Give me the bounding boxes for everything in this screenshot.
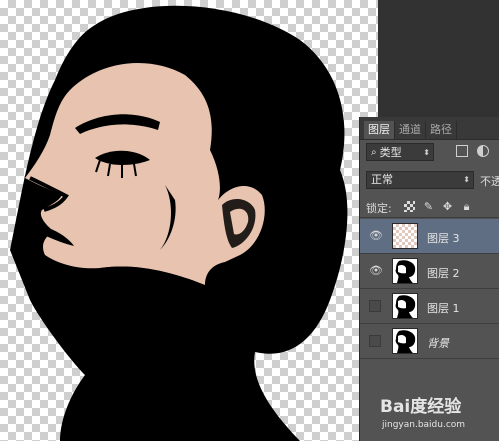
layer-thumbnail bbox=[392, 328, 418, 354]
lock-position-icon[interactable]: ✥ bbox=[442, 201, 453, 212]
portrait-illustration bbox=[10, 5, 348, 441]
visibility-toggle[interactable] bbox=[369, 335, 381, 347]
search-icon: ⌕ bbox=[371, 146, 377, 158]
layer-name: 图层 1 bbox=[427, 302, 460, 315]
layer-thumbnail bbox=[392, 258, 418, 284]
tab-paths[interactable]: 路径 bbox=[426, 121, 457, 139]
layer-name: 图层 2 bbox=[427, 267, 460, 280]
layer-thumbnail bbox=[392, 223, 418, 249]
watermark: Bai度经验 jingyan.baidu.com bbox=[376, 386, 499, 436]
filter-row: ⌕ 类型 ⬍ bbox=[360, 141, 499, 163]
layer-row[interactable]: 👁︎ 图层 2 bbox=[360, 254, 499, 289]
eye-icon[interactable]: 👁︎ bbox=[369, 230, 383, 242]
blend-mode-value: 正常 bbox=[371, 173, 393, 186]
layer-row[interactable]: 图层 1 bbox=[360, 289, 499, 324]
eye-icon[interactable]: 👁︎ bbox=[369, 265, 383, 277]
lock-pixels-icon[interactable]: ✎ bbox=[423, 201, 434, 212]
blend-mode-select[interactable]: 正常 ⬍ bbox=[366, 171, 474, 189]
layer-row[interactable]: 👁︎ 图层 3 bbox=[360, 219, 499, 254]
opacity-label: 不透 bbox=[480, 175, 499, 188]
lock-transparency-icon[interactable] bbox=[404, 201, 415, 212]
layer-row[interactable]: 背景 bbox=[360, 324, 499, 359]
adjustment-filter-icon[interactable] bbox=[477, 145, 489, 157]
watermark-brand: Bai度经验 bbox=[380, 397, 462, 417]
watermark-url: jingyan.baidu.com bbox=[382, 420, 466, 430]
filter-type-select[interactable]: ⌕ 类型 ⬍ bbox=[366, 143, 434, 161]
canvas[interactable] bbox=[0, 0, 378, 441]
chevron-updown-icon: ⬍ bbox=[423, 147, 430, 157]
image-filter-icon[interactable] bbox=[456, 145, 468, 157]
lock-label: 锁定: bbox=[366, 202, 392, 215]
visibility-toggle[interactable] bbox=[369, 300, 381, 312]
lock-row: 锁定: ✎ ✥ 🔒︎ bbox=[360, 197, 499, 218]
blend-row: 正常 ⬍ 不透 bbox=[360, 169, 499, 191]
layer-name: 背景 bbox=[427, 337, 449, 350]
layer-name: 图层 3 bbox=[427, 232, 460, 245]
lock-all-icon[interactable]: 🔒︎ bbox=[461, 201, 472, 212]
tab-channels[interactable]: 通道 bbox=[395, 121, 426, 139]
chevron-updown-icon: ⬍ bbox=[463, 175, 470, 184]
tab-layers[interactable]: 图层 bbox=[364, 121, 395, 139]
panel-tabs: 图层 通道 路径 bbox=[360, 117, 499, 140]
layer-thumbnail bbox=[392, 293, 418, 319]
filter-type-value: 类型 bbox=[379, 146, 402, 159]
